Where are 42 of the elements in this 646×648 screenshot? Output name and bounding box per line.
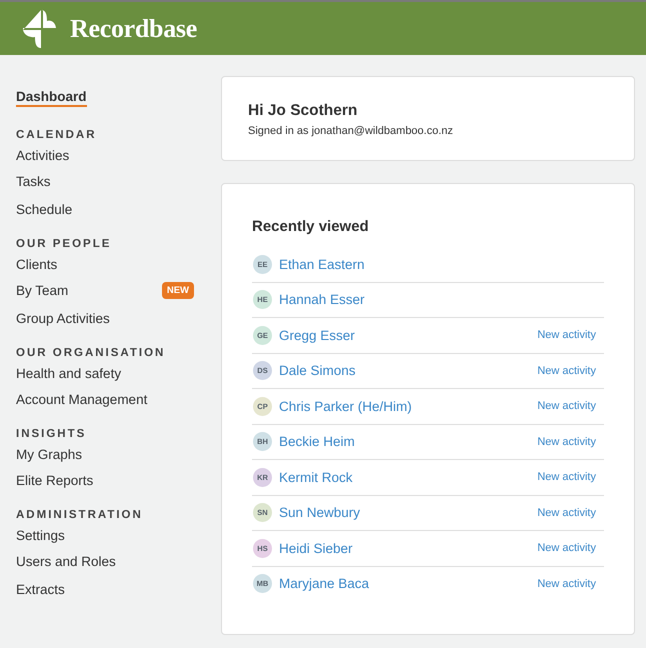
client-link[interactable]: Kermit Rock bbox=[279, 470, 538, 485]
nav-link[interactable]: Settings bbox=[16, 528, 65, 543]
new-activity-link[interactable]: New activity bbox=[537, 542, 596, 554]
nav-link[interactable]: Schedule bbox=[16, 202, 72, 216]
section-heading: ADMINISTRATION bbox=[16, 508, 144, 523]
nav-link[interactable]: By Team bbox=[16, 282, 68, 298]
client-link[interactable]: Dale Simons bbox=[279, 363, 538, 378]
client-link[interactable]: Beckie Heim bbox=[279, 434, 538, 450]
new-activity-link[interactable]: New activity bbox=[537, 364, 596, 377]
nav-link[interactable]: Activities bbox=[16, 148, 70, 163]
client-link[interactable]: Heidi Sieber bbox=[279, 540, 538, 556]
nav-link[interactable]: Group Activities bbox=[16, 310, 110, 326]
new-activity-link[interactable]: New activity bbox=[537, 329, 596, 342]
section-heading: OUR ORGANISATION bbox=[16, 346, 166, 361]
client-link[interactable]: Ethan Eastern bbox=[279, 256, 604, 272]
new-activity-link[interactable]: New activity bbox=[537, 436, 596, 448]
client-link[interactable]: Hannah Esser bbox=[279, 292, 604, 308]
nav-link[interactable]: Users and Roles bbox=[16, 554, 116, 568]
nav-link[interactable]: Health and safety bbox=[16, 366, 122, 381]
client-link[interactable]: Gregg Esser bbox=[279, 328, 538, 343]
nav-link[interactable]: Clients bbox=[16, 257, 58, 272]
section-heading: OUR PEOPLE bbox=[16, 237, 112, 252]
section-heading: CALENDAR bbox=[16, 128, 98, 143]
new-activity-link[interactable]: New activity bbox=[537, 471, 596, 484]
greeting-title: Hi Jo Scothern bbox=[248, 102, 358, 120]
nav-link[interactable]: Extracts bbox=[16, 582, 65, 596]
nav-link[interactable]: Elite Reports bbox=[16, 472, 94, 488]
client-link[interactable]: Sun Newbury bbox=[279, 505, 538, 520]
nav-link[interactable]: Tasks bbox=[16, 174, 51, 188]
new-badge: NEW bbox=[162, 282, 194, 298]
new-activity-link[interactable]: New activity bbox=[537, 578, 596, 590]
nav-link[interactable]: My Graphs bbox=[16, 447, 82, 462]
client-link[interactable]: Chris Parker (He/Him) bbox=[279, 398, 538, 414]
section-title: Recently viewed bbox=[252, 218, 370, 235]
client-link[interactable]: Maryjane Baca bbox=[279, 576, 538, 592]
nav-link[interactable]: Dashboard bbox=[16, 88, 87, 106]
brand-name[interactable]: Recordbase bbox=[70, 14, 197, 44]
new-activity-link[interactable]: New activity bbox=[537, 400, 596, 412]
section-heading: INSIGHTS bbox=[16, 427, 88, 442]
signed-in-text: Signed in as jonathan@wildbamboo.co.nz bbox=[248, 125, 454, 137]
nav-link[interactable]: Account Management bbox=[16, 392, 148, 406]
new-activity-link[interactable]: New activity bbox=[537, 506, 596, 519]
